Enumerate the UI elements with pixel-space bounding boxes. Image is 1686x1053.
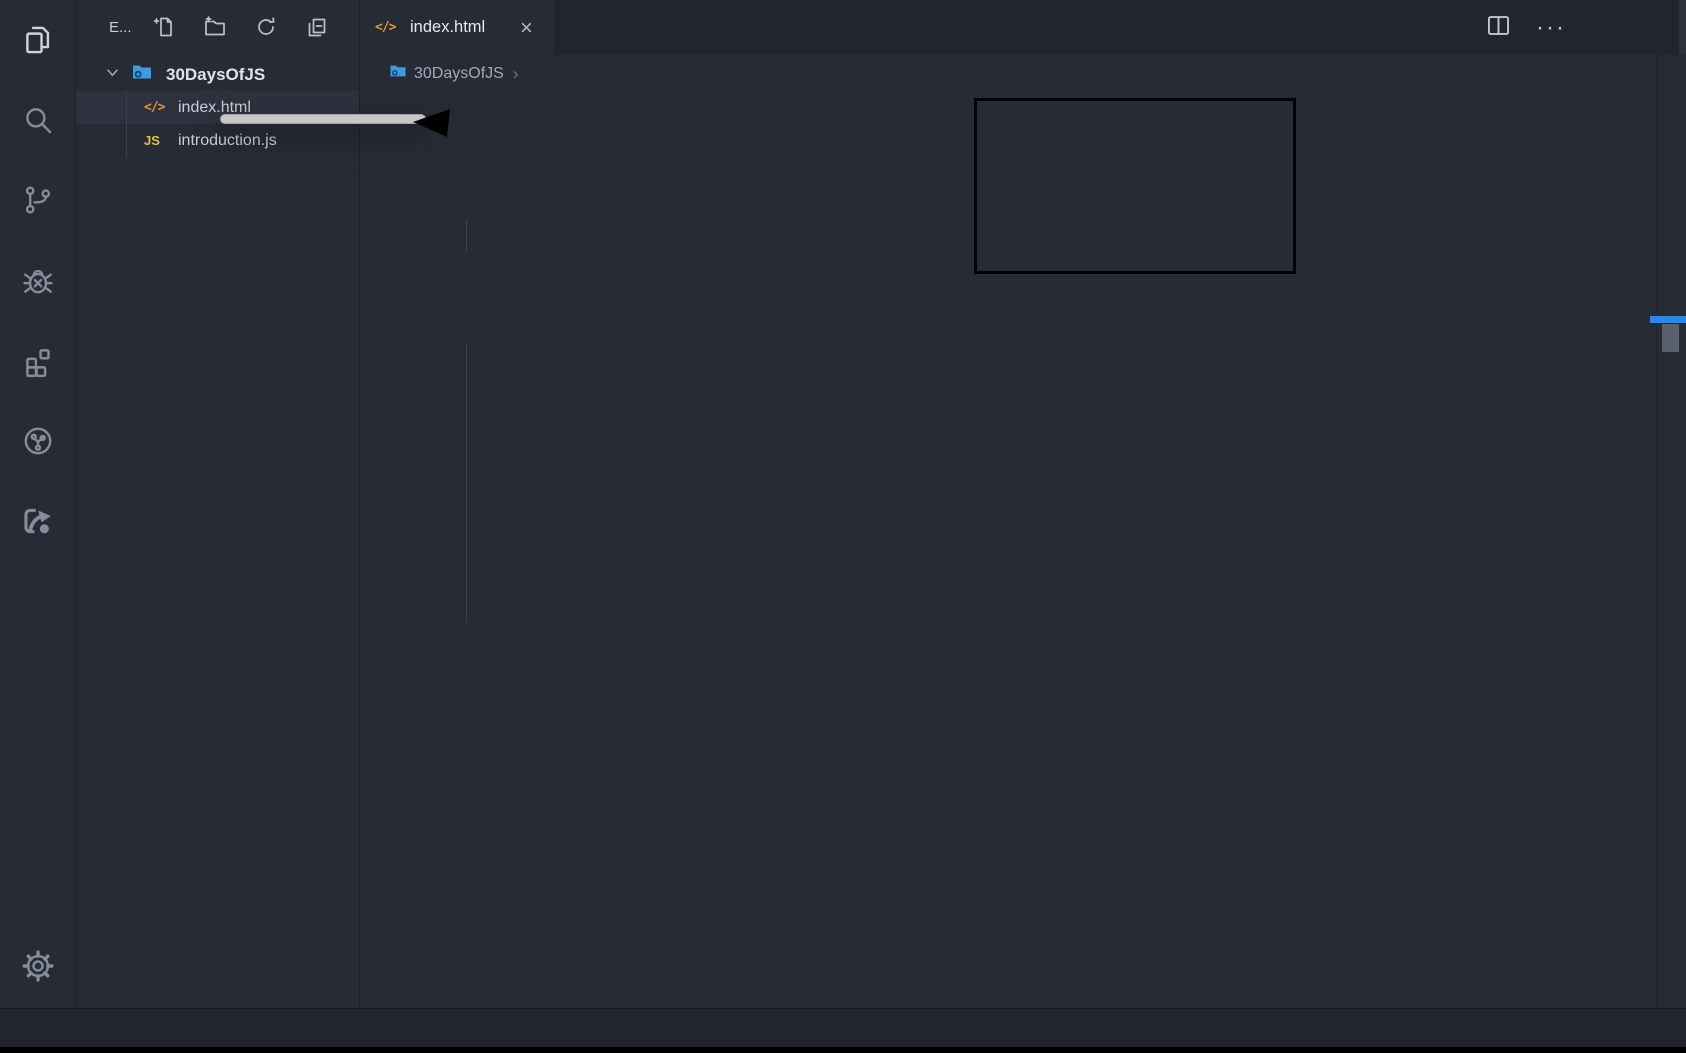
remote-fork-icon — [21, 424, 55, 458]
split-editor-icon[interactable] — [1485, 12, 1512, 44]
activity-bar — [0, 0, 76, 1008]
sidebar-item-introduction.js[interactable]: JS introduction.js — [76, 124, 359, 157]
activity-item-extensions[interactable] — [18, 341, 58, 381]
html-file-icon: </> — [144, 100, 164, 115]
new-folder-icon[interactable] — [203, 15, 227, 44]
second-editor-group-strip — [1679, 0, 1686, 55]
folder-icon — [130, 60, 154, 89]
scrollbar-handle[interactable] — [1662, 324, 1679, 352]
breadcrumb-label: 30DaysOfJS — [414, 65, 504, 83]
indent-guide — [466, 220, 467, 251]
editor-split-divider — [1656, 55, 1657, 1008]
annotation-box — [974, 98, 1296, 274]
explorer-toolbar — [152, 15, 329, 44]
live-share-ext-icon — [21, 504, 55, 538]
extensions-icon — [21, 344, 55, 378]
scrollbar-blue-marker — [1650, 316, 1686, 323]
new-file-icon[interactable] — [152, 15, 176, 44]
js-file-icon: JS — [144, 133, 160, 148]
tree-indent-guide — [126, 91, 127, 158]
tab-bar: </> index.html × ··· — [360, 0, 1686, 55]
chevron-down-icon — [104, 64, 121, 86]
debug-icon — [21, 264, 55, 298]
vscode-window: E... 30DaysOfJS </> index.html JS introduct… — [0, 0, 1686, 1053]
explorer-title: E... — [109, 19, 132, 36]
activity-item-explorer[interactable] — [18, 20, 58, 60]
activity-item-settings[interactable] — [18, 946, 58, 986]
tab-label: index.html — [410, 18, 485, 37]
refresh-icon[interactable] — [254, 15, 278, 44]
activity-item-live-share[interactable] — [18, 501, 58, 541]
source-control-icon — [21, 183, 55, 217]
breadcrumb-separator: › — [513, 64, 519, 84]
context-menu — [220, 114, 426, 124]
editor-group: </> index.html × ··· 30DaysOfJS › — [360, 0, 1686, 1008]
explorer-header: E... — [76, 0, 359, 55]
more-actions-icon[interactable]: ··· — [1536, 18, 1566, 38]
status-bar — [0, 1008, 1686, 1047]
activity-item-run-debug[interactable] — [18, 261, 58, 301]
editor-actions: ··· — [1485, 0, 1566, 55]
window-bottom-edge — [0, 1047, 1686, 1053]
folder-icon — [388, 61, 408, 86]
file-label: introduction.js — [178, 132, 277, 150]
breadcrumb: 30DaysOfJS › — [360, 55, 518, 92]
breadcrumb-item-30DaysOfJS[interactable]: 30DaysOfJS — [388, 61, 504, 86]
html-file-icon: </> — [375, 20, 395, 35]
root-folder-label: 30DaysOfJS — [166, 65, 265, 85]
close-icon[interactable]: × — [520, 17, 533, 39]
sidebar-item-root-folder[interactable]: 30DaysOfJS — [76, 58, 359, 91]
activity-item-search[interactable] — [18, 100, 58, 140]
activity-item-source-control[interactable] — [18, 180, 58, 220]
collapse-all-icon[interactable] — [305, 15, 329, 44]
activity-item-remote[interactable] — [18, 421, 58, 461]
search-icon — [21, 103, 55, 137]
files-icon — [21, 23, 55, 57]
explorer-sidebar: E... 30DaysOfJS </>index.htmlJSintroduct… — [76, 0, 360, 1008]
indent-guide — [466, 344, 467, 623]
tab-index-html[interactable]: </> index.html × — [360, 0, 556, 55]
